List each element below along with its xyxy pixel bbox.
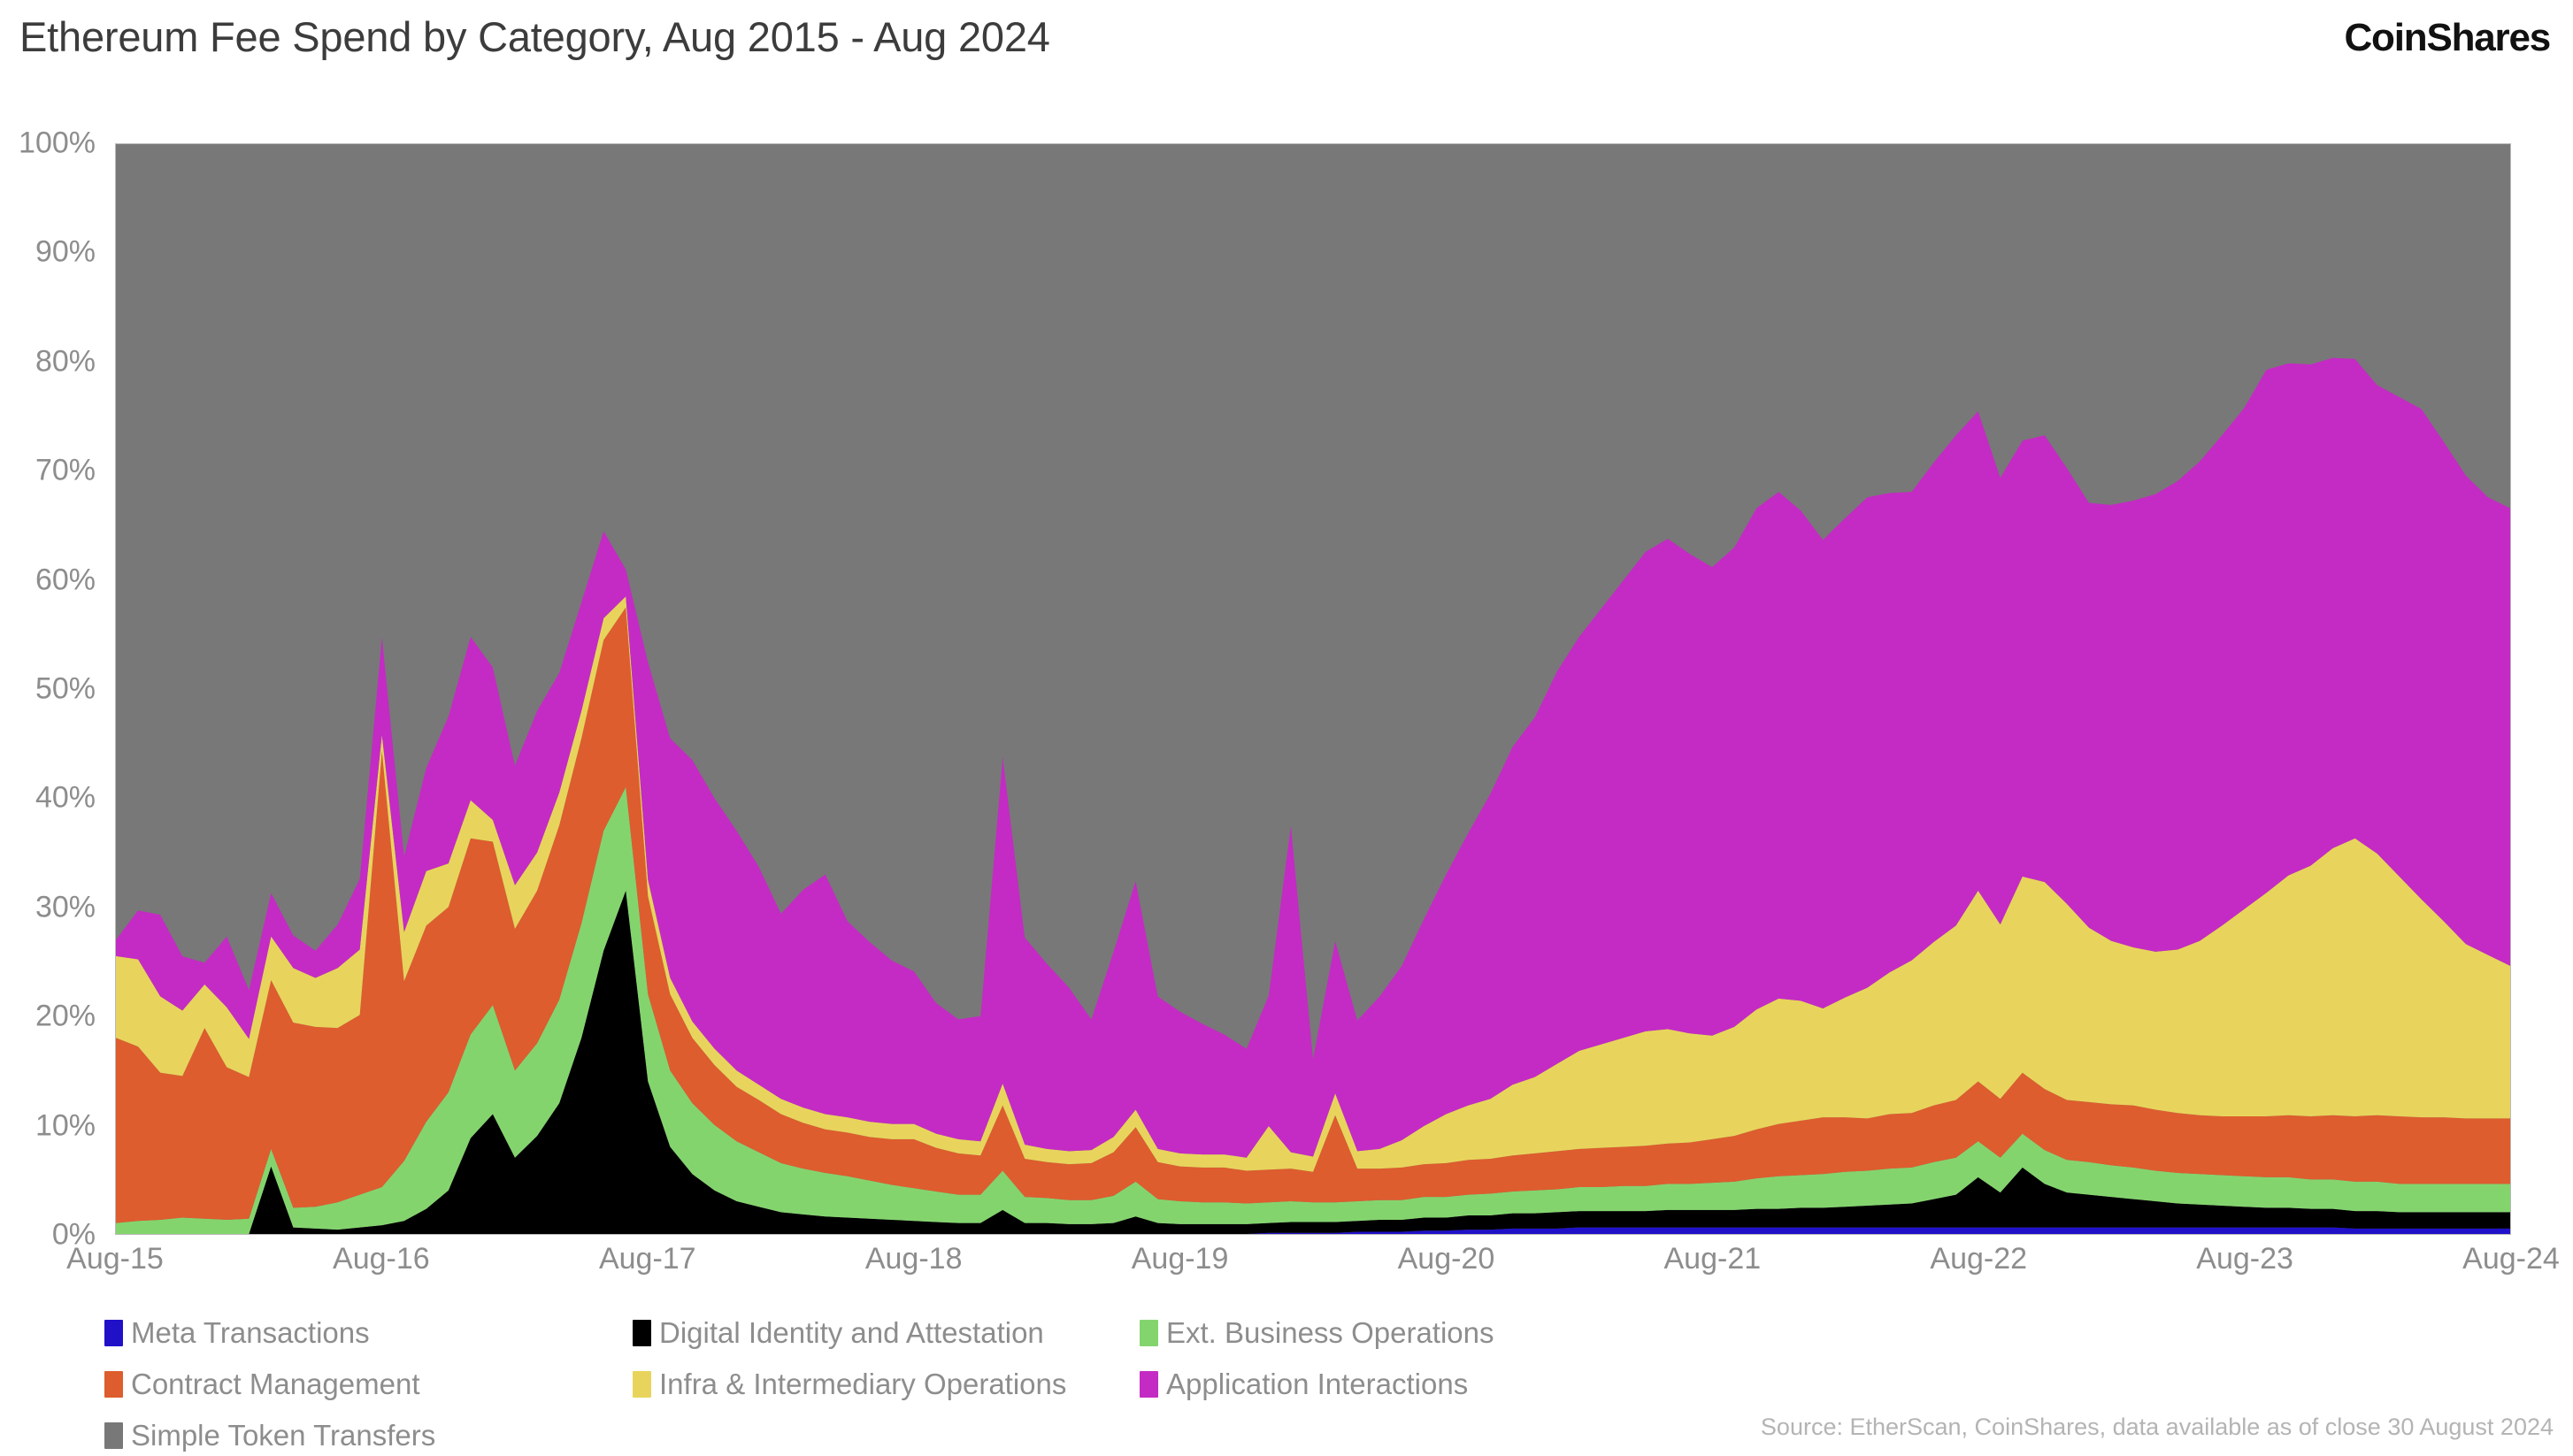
x-axis-tick-label: Aug-18	[864, 1242, 963, 1276]
x-axis: Aug-15 Aug-16 Aug-17 Aug-18 Aug-19 Aug-20 Aug-…	[66, 1242, 2560, 1295]
legend-item[interactable]: Simple Token Transfers	[104, 1421, 435, 1450]
legend-swatch-icon	[633, 1319, 651, 1346]
legend-item-label: Simple Token Transfers	[131, 1419, 436, 1452]
chart-page: Ethereum Fee Spend by Category, Aug 2015…	[0, 0, 2573, 1456]
y-axis: 100% 90% 80% 70% 60% 50% 40% 30% 20% 10% 0%	[0, 126, 104, 1252]
legend-swatch-icon	[1140, 1370, 1158, 1398]
x-axis-tick-label: Aug-23	[2196, 1242, 2293, 1276]
legend-item[interactable]: Meta Transactions	[104, 1318, 370, 1347]
legend-item[interactable]: Ext. Business Operations	[1140, 1318, 1494, 1347]
x-axis-tick-label: Aug-20	[1397, 1242, 1495, 1276]
x-axis-tick-label: Aug-16	[333, 1242, 430, 1276]
x-axis-tick-label: Aug-19	[1131, 1242, 1229, 1276]
x-axis-tick-label: Aug-24	[2462, 1242, 2560, 1276]
y-axis-tick-label: 40%	[35, 780, 96, 815]
y-axis-tick-label: 50%	[35, 671, 96, 706]
x-axis-tick-label: Aug-22	[1930, 1242, 2028, 1276]
legend-item[interactable]: Digital Identity and Attestation	[633, 1318, 1044, 1347]
x-axis-tick-label: Aug-15	[66, 1242, 164, 1276]
y-axis-tick-label: 90%	[35, 234, 96, 269]
legend-item[interactable]: Infra & Intermediary Operations	[633, 1369, 1066, 1399]
legend-item-label: Digital Identity and Attestation	[659, 1316, 1044, 1349]
y-axis-tick-label: 60%	[35, 563, 96, 597]
y-axis-tick-label: 100%	[19, 126, 96, 160]
y-axis-tick-label: 30%	[35, 890, 96, 924]
legend-item-label: Ext. Business Operations	[1166, 1316, 1494, 1349]
source-note: Source: EtherScan, CoinShares, data avai…	[1760, 1414, 2554, 1440]
legend-swatch-icon	[1140, 1319, 1158, 1346]
x-axis-tick-label: Aug-21	[1663, 1242, 1762, 1276]
chart-plot-wrapper: 100% 90% 80% 70% 60% 50% 40% 30% 20% 10% 0% Aug-15…	[0, 0, 2573, 1456]
legend-swatch-icon	[633, 1370, 651, 1398]
legend-item[interactable]: Contract Management	[104, 1369, 420, 1399]
y-axis-tick-label: 10%	[35, 1108, 96, 1143]
stacked-area-plot	[115, 143, 2511, 1235]
area-chart-svg	[116, 144, 2510, 1234]
legend-item-label: Infra & Intermediary Operations	[659, 1368, 1067, 1400]
y-axis-tick-label: 80%	[35, 344, 96, 379]
x-axis-tick-label: Aug-17	[598, 1242, 696, 1276]
y-axis-tick-label: 20%	[35, 999, 96, 1033]
legend-swatch-icon	[104, 1319, 123, 1346]
legend-item-label: Meta Transactions	[131, 1316, 370, 1349]
legend-swatch-icon	[104, 1370, 123, 1398]
chart-legend: Meta Transactions Digital Identity and At…	[104, 1318, 1609, 1450]
legend-item-label: Application Interactions	[1166, 1368, 1469, 1400]
y-axis-tick-label: 70%	[35, 453, 96, 487]
legend-item-label: Contract Management	[131, 1368, 420, 1400]
legend-item[interactable]: Application Interactions	[1140, 1369, 1468, 1399]
legend-swatch-icon	[104, 1422, 123, 1449]
